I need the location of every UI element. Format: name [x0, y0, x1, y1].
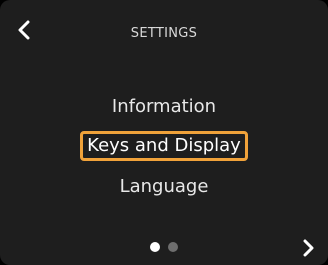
menu-item-label: Information	[111, 95, 217, 117]
page-indicator	[0, 242, 328, 252]
menu-item-label: Language	[119, 175, 209, 197]
page-dot-2[interactable]	[168, 242, 178, 252]
page-title: SETTINGS	[130, 26, 198, 41]
next-page-button[interactable]	[296, 236, 320, 260]
chevron-right-icon	[303, 239, 314, 257]
page-dot-1[interactable]	[150, 242, 160, 252]
menu-item-keys-and-display[interactable]: Keys and Display	[80, 126, 248, 166]
menu-item-information[interactable]: Information	[112, 86, 216, 126]
menu-item-label: Keys and Display	[80, 131, 248, 161]
settings-screen: SETTINGS Information Keys and Display La…	[0, 0, 328, 265]
menu-item-language[interactable]: Language	[120, 166, 209, 206]
settings-menu: Information Keys and Display Language	[0, 86, 328, 206]
